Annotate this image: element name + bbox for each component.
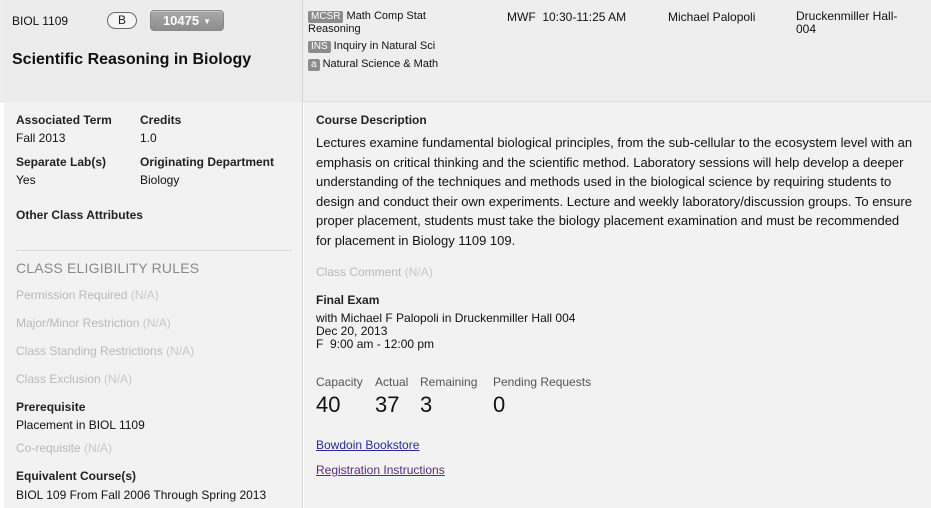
bookstore-link[interactable]: Bowdoin Bookstore — [316, 438, 419, 452]
prerequisite-label: Prerequisite — [16, 400, 86, 414]
equivalent-courses-value: BIOL 109 From Fall 2006 Through Spring 2… — [16, 488, 267, 502]
class-standing-restrictions-rule: Class Standing Restrictions (N/A) — [16, 344, 194, 358]
course-code: BIOL 1109 — [12, 14, 69, 28]
associated-term-value: Fall 2013 — [16, 131, 66, 145]
capacity-value: 40 — [316, 392, 341, 417]
course-title: Scientific Reasoning in Biology — [12, 51, 252, 68]
rule-label: Class Exclusion — [16, 372, 101, 386]
course-header: BIOL 1109 B 10475 ▼ Scientific Reasoning … — [0, 0, 931, 102]
course-attributes: MCSR Math Comp Stat Reasoning INS Inquiry … — [308, 10, 478, 76]
attribute-tag: MCSR — [308, 11, 344, 23]
attribute-item: MCSR Math Comp Stat Reasoning — [308, 10, 478, 35]
final-exam-details: with Michael F Palopoli in Druckenmiller… — [316, 312, 575, 351]
crn-dropdown-button[interactable]: 10475 ▼ — [150, 10, 224, 31]
separate-labs-value: Yes — [16, 173, 36, 187]
final-exam-time: F 9:00 am - 12:00 pm — [316, 337, 435, 351]
crn-label: 10475 — [162, 13, 200, 28]
rule-na: (N/A) — [166, 344, 195, 358]
chevron-down-icon: ▼ — [203, 17, 212, 27]
attribute-tag: INS — [308, 41, 331, 53]
rule-label: Major/Minor Restriction — [16, 316, 140, 330]
instructor-name: Michael Palopoli — [668, 10, 756, 24]
final-exam-label: Final Exam — [316, 293, 380, 307]
equivalent-courses-label: Equivalent Course(s) — [16, 469, 137, 483]
rule-label: Class Standing Restrictions — [16, 344, 163, 358]
attribute-item: a Natural Science & Math — [308, 58, 478, 71]
attribute-item: INS Inquiry in Natural Sci — [308, 40, 478, 53]
prerequisite-value: Placement in BIOL 1109 — [16, 418, 145, 432]
course-description-text: Lectures examine fundamental biological … — [316, 135, 913, 248]
rule-na: (N/A) — [84, 441, 113, 455]
rule-label: Co-requisite — [16, 441, 81, 455]
co-requisite-rule: Co-requisite (N/A) — [16, 441, 112, 455]
meeting-days-time: MWF 10:30-11:25 AM — [507, 10, 627, 24]
registration-instructions-link[interactable]: Registration Instructions — [316, 463, 445, 477]
section-divider — [16, 250, 292, 251]
course-info-panel: Course Description Lectures examine fund… — [304, 102, 931, 508]
associated-term-label: Associated Term — [16, 113, 112, 127]
rule-na: (N/A) — [130, 288, 159, 302]
class-exclusion-rule: Class Exclusion (N/A) — [16, 372, 132, 386]
meeting-location: Druckenmiller Hall-004 — [796, 9, 898, 36]
eligibility-rules-title: CLASS ELIGIBILITY RULES — [16, 260, 200, 276]
other-class-attributes-label: Other Class Attributes — [16, 208, 143, 222]
permission-required-rule: Permission Required (N/A) — [16, 288, 159, 302]
course-header-left: BIOL 1109 B 10475 ▼ Scientific Reasoning … — [4, 0, 303, 102]
course-description-label: Course Description — [316, 113, 427, 127]
rule-na: (N/A) — [142, 316, 171, 330]
class-comment-label: Class Comment — [316, 265, 402, 279]
rule-label: Permission Required — [16, 288, 128, 302]
separate-labs-label: Separate Lab(s) — [16, 155, 107, 169]
remaining-value: 3 — [420, 392, 433, 417]
class-comment-na: (N/A) — [404, 265, 433, 279]
originating-department-label: Originating Department — [140, 155, 275, 169]
attribute-label: Inquiry in Natural Sci — [333, 40, 436, 52]
section-badge: B — [107, 12, 137, 29]
originating-department-value: Biology — [140, 173, 180, 187]
rule-na: (N/A) — [104, 372, 133, 386]
pending-requests-label: Pending Requests — [493, 375, 592, 389]
remaining-label: Remaining — [420, 375, 478, 389]
capacity-label: Capacity — [316, 375, 363, 389]
attribute-tag: a — [308, 59, 320, 71]
credits-value: 1.0 — [140, 131, 157, 145]
credits-label: Credits — [140, 113, 182, 127]
major-minor-restriction-rule: Major/Minor Restriction (N/A) — [16, 316, 171, 330]
actual-value: 37 — [375, 392, 400, 417]
pending-requests-value: 0 — [493, 392, 506, 417]
attribute-label: Natural Science & Math — [322, 58, 439, 70]
class-comment: Class Comment (N/A) — [316, 265, 433, 279]
course-details-panel: Associated Term Fall 2013 Credits 1.0 Se… — [4, 102, 303, 508]
actual-label: Actual — [375, 375, 409, 389]
